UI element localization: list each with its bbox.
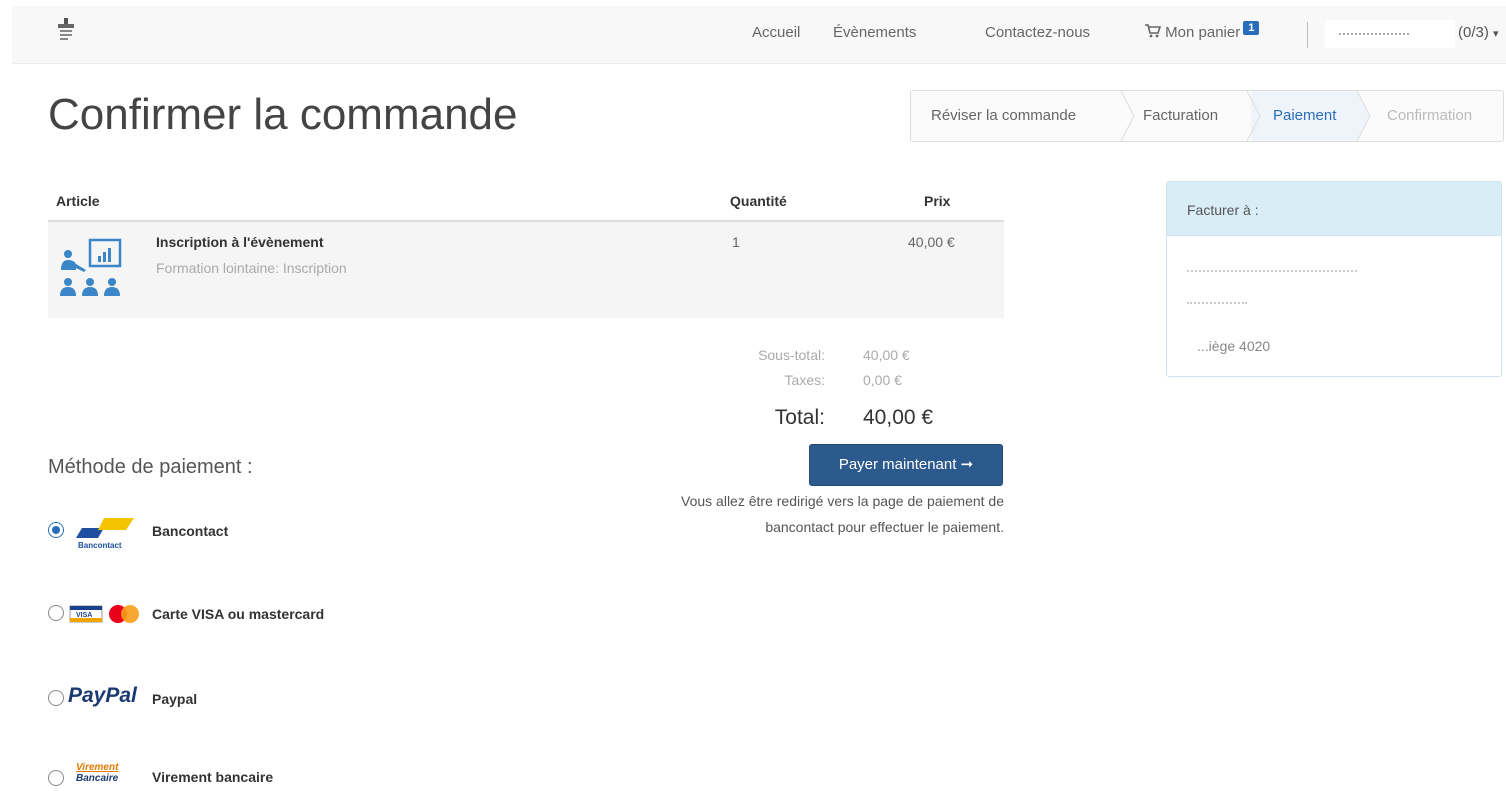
cart-label: Mon panier [1165,24,1241,41]
step-billing[interactable]: Facturation [1135,91,1249,141]
chevron-down-icon: ▾ [1493,28,1499,40]
payment-method-title: Méthode de paiement : [48,456,253,478]
user-menu-toggle[interactable]: (0/3) ▾ [1458,24,1499,41]
user-quota: (0/3) [1458,24,1489,41]
payment-label-card: Carte VISA ou mastercard [152,606,325,622]
step-review[interactable]: Réviser la commande [911,91,1123,141]
item-price: 40,00 € [908,234,955,250]
paypal-logo-text: PayPal [68,684,137,707]
nav-link-contact[interactable]: Contactez-nous [985,24,1090,41]
payment-option-bank-transfer[interactable]: Virement Bancaire Virement bancaire [48,760,348,791]
bill-to-panel: Facturer à : ...iège 4020 [1166,181,1502,377]
bill-to-header: Facturer à : [1167,182,1501,236]
pay-now-label: Payer maintenant [838,456,957,473]
column-header-article: Article [56,193,100,209]
step-payment[interactable]: Paiement [1251,91,1357,141]
payment-label-paypal: Paypal [152,691,198,707]
payment-label-bank-transfer: Virement bancaire [152,769,274,785]
pay-now-button[interactable]: Payer maintenant ➞ [809,444,1003,486]
order-table-header: Article Quantité Prix [48,182,1004,222]
presentation-audience-icon [60,238,122,296]
nav-divider [1307,22,1308,48]
bank-transfer-logo-line1: Virement [76,762,119,773]
bill-address-redacted [1187,302,1247,304]
cart-count-badge: 1 [1243,21,1260,35]
nav-link-evenements[interactable]: Évènements [833,24,916,41]
nav-cart-link[interactable]: Mon panier 1 [1145,21,1260,41]
radio-paypal[interactable] [48,690,64,706]
bancontact-logo-text: Bancontact [78,541,122,550]
bancontact-logo-icon: Bancontact [76,518,134,550]
total-label: Total: [774,406,825,429]
page-title: Confirmer la commande [48,90,518,139]
nav-link-accueil[interactable]: Accueil [752,24,800,41]
subtotal-value: 40,00 € [863,347,910,363]
taxes-value: 0,00 € [863,372,902,388]
bill-city: ...iège 4020 [1197,338,1271,354]
radio-bank-transfer[interactable] [48,770,64,786]
column-header-quantity: Quantité [730,193,787,209]
item-subtitle: Formation lointaine: Inscription [156,260,347,276]
step-separator [1121,91,1135,141]
radio-card[interactable] [48,605,64,621]
bill-name-redacted [1187,270,1357,272]
item-name: Inscription à l'évènement [156,234,324,250]
payment-option-card[interactable]: VISA Carte VISA ou mastercard [48,594,388,634]
bank-transfer-logo-line2: Bancaire [76,773,119,784]
redirect-note: Vous allez être redirigé vers la page de… [681,493,1004,535]
checkout-steps: Réviser la commande Facturation Paiement… [910,90,1504,142]
visa-logo-text: VISA [76,612,92,619]
table-row: Inscription à l'évènement Formation loin… [48,222,1004,318]
bank-transfer-logo-icon: Virement Bancaire [76,762,140,791]
subtotal-label: Sous-total: [758,347,825,363]
paypal-logo-icon: PayPal [68,684,137,708]
radio-bancontact[interactable] [48,522,64,538]
payment-option-paypal[interactable]: PayPal Paypal [48,678,268,718]
step-confirmation: Confirmation [1387,107,1473,124]
total-value: 40,00 € [863,406,934,429]
step-separator [1357,91,1371,141]
column-header-price: Prix [924,193,951,209]
user-name-redacted[interactable] [1325,20,1455,48]
payment-label-bancontact: Bancontact [152,523,229,539]
visa-mastercard-logo-icon: VISA [69,605,139,623]
brand-logo-icon[interactable] [52,14,80,50]
item-quantity: 1 [732,234,740,250]
step-separator [1247,91,1261,141]
arrow-right-icon: ➞ [960,456,974,473]
top-navbar: Accueil Évènements Contactez-nous Mon pa… [12,6,1506,64]
payment-option-bancontact[interactable]: Bancontact Bancontact [48,510,308,550]
cart-icon [1145,24,1162,38]
taxes-label: Taxes: [784,372,825,388]
bill-to-title: Facturer à : [1187,202,1259,218]
